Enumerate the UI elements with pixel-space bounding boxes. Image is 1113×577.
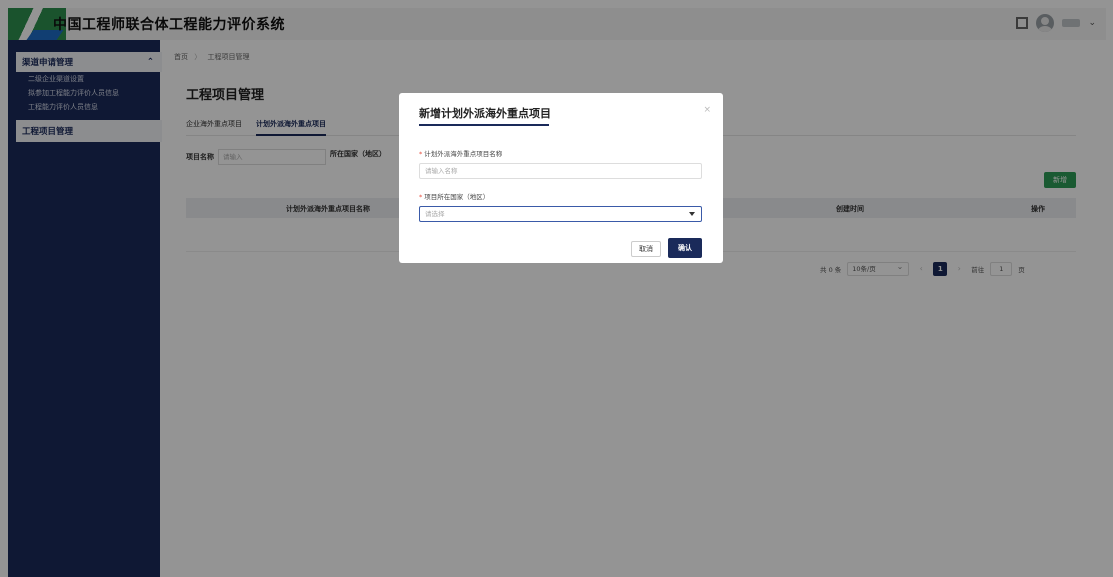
- country-field-text: 项目所在国家（地区）: [424, 193, 490, 201]
- required-mark: *: [419, 150, 423, 158]
- dialog-title-underline: [419, 124, 549, 126]
- project-name-field-text: 计划外派海外重点项目名称: [424, 150, 503, 158]
- confirm-button[interactable]: 确认: [668, 238, 702, 258]
- required-mark: *: [419, 193, 423, 201]
- modal-overlay[interactable]: [0, 0, 1113, 577]
- country-select[interactable]: 请选择: [419, 206, 702, 222]
- cancel-button[interactable]: 取消: [631, 241, 661, 257]
- country-field-label: * 项目所在国家（地区）: [419, 191, 489, 201]
- dialog-title: 新增计划外派海外重点项目: [419, 107, 551, 120]
- add-project-dialog: 新增计划外派海外重点项目 × * 计划外派海外重点项目名称 请输入名称 * 项目所在…: [399, 93, 723, 263]
- caret-down-icon: [689, 212, 695, 216]
- close-icon[interactable]: ×: [703, 105, 711, 115]
- project-name-field[interactable]: 请输入名称: [419, 163, 702, 179]
- country-select-placeholder: 请选择: [425, 210, 445, 218]
- project-name-field-label: * 计划外派海外重点项目名称: [419, 148, 502, 158]
